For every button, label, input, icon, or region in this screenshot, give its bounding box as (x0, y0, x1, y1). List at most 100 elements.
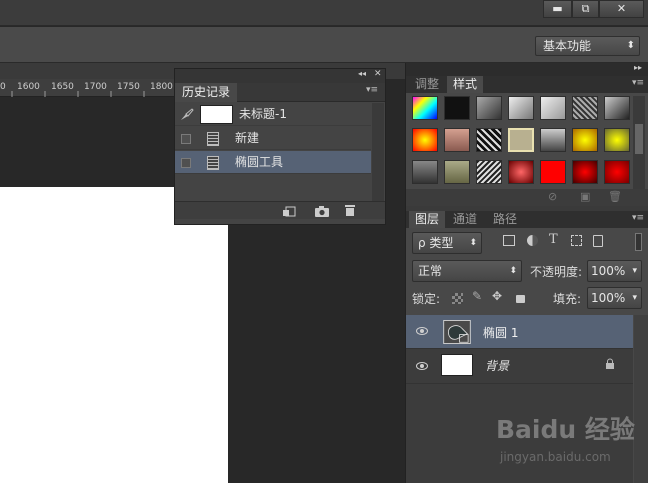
workspace-dropdown[interactable]: 基本功能 ⬍ (535, 36, 640, 56)
history-checkbox[interactable] (181, 134, 191, 144)
filter-toggle[interactable] (635, 233, 642, 251)
fill-field[interactable]: 100% ▾ (587, 287, 642, 309)
close-button[interactable]: ✕ (599, 0, 644, 18)
title-bar: ▬ ⧉ ✕ (0, 0, 648, 26)
layers-tab-row: 图层 通道 路径 ▾≡ (406, 211, 648, 228)
lock-label: 锁定: (412, 292, 441, 306)
tab-history[interactable]: 历史记录 (175, 83, 238, 102)
panel-menu-icon[interactable]: ▾≡ (366, 85, 378, 95)
close-icon[interactable]: ✕ (374, 69, 382, 79)
camera-icon[interactable] (314, 205, 330, 217)
lock-position-icon[interactable]: ✥ (492, 289, 502, 303)
filter-icons: T (503, 232, 621, 251)
style-swatch[interactable] (572, 160, 598, 184)
watermark-brand: Baidu 经验 (496, 415, 635, 444)
type-filter-icon[interactable]: T (549, 232, 558, 247)
workspace-label: 基本功能 (543, 39, 592, 53)
ruler-label: 0 (0, 82, 6, 92)
trash-icon[interactable] (344, 204, 356, 217)
new-document-from-state-icon[interactable] (283, 205, 297, 217)
history-scrollbar[interactable] (372, 103, 384, 201)
ruler-label: 1600 (17, 82, 40, 92)
visibility-eye-icon[interactable] (416, 362, 428, 370)
blend-mode-value: 正常 (418, 264, 443, 278)
lock-pixels-icon[interactable]: ✎ (472, 289, 482, 303)
new-style-icon[interactable]: ▣ (580, 190, 590, 203)
smart-object-filter-icon[interactable] (593, 235, 603, 247)
filter-label: ρ 类型 (418, 236, 454, 250)
document-icon (207, 132, 219, 146)
history-item[interactable]: 新建 (175, 127, 371, 150)
clear-style-icon[interactable]: ⊘ (548, 190, 557, 203)
style-swatch[interactable] (476, 96, 502, 120)
opacity-field[interactable]: 100% ▾ (587, 260, 642, 282)
style-swatch[interactable] (444, 96, 470, 120)
layer-row[interactable]: 背景 (406, 350, 633, 384)
styles-tab-row: 调整 样式 ▾≡ (406, 76, 648, 93)
tab-styles[interactable]: 样式 (447, 76, 484, 93)
style-swatch[interactable] (508, 160, 534, 184)
style-swatch[interactable] (412, 96, 438, 120)
style-swatch[interactable] (604, 128, 630, 152)
ruler-label: 1650 (51, 82, 74, 92)
styles-scrollbar[interactable] (633, 96, 645, 189)
style-swatch-grid (412, 96, 634, 188)
lock-all-icon[interactable] (516, 295, 525, 303)
tab-paths[interactable]: 路径 (487, 211, 523, 228)
visibility-eye-icon[interactable] (416, 327, 428, 335)
trash-icon[interactable]: 🗑 (608, 190, 622, 203)
style-swatch[interactable] (476, 160, 502, 184)
minimize-button[interactable]: ▬ (543, 0, 572, 18)
tab-channels[interactable]: 通道 (447, 211, 483, 228)
style-swatch[interactable] (540, 128, 566, 152)
lock-transparent-icon[interactable] (452, 293, 463, 304)
history-brush-icon (181, 108, 194, 120)
style-swatch[interactable] (572, 128, 598, 152)
style-swatch[interactable] (540, 96, 566, 120)
restore-button[interactable]: ⧉ (572, 0, 599, 18)
history-item-label: 椭圆工具 (235, 155, 284, 169)
style-swatch[interactable] (540, 160, 566, 184)
style-swatch[interactable] (444, 128, 470, 152)
fill-value: 100% (591, 291, 626, 305)
panel-menu-icon[interactable]: ▾≡ (632, 78, 644, 88)
chevron-down-icon[interactable]: ▾ (632, 261, 637, 281)
shape-filter-icon[interactable] (571, 235, 582, 246)
history-panel: ◂◂ ✕ 历史记录 ▾≡ 未标题-1 新建 椭圆工具 (174, 68, 386, 225)
history-item[interactable]: 椭圆工具 (175, 151, 371, 174)
baidu-watermark: Baidu 经验 jingyan.baidu.com (496, 410, 646, 470)
shape-layer-thumbnail (443, 320, 471, 344)
style-swatch[interactable] (572, 96, 598, 120)
ruler-label: 1800 (150, 82, 173, 92)
document-icon (207, 156, 219, 170)
layer-name: 椭圆 1 (483, 326, 519, 340)
history-snapshot[interactable]: 未标题-1 (175, 103, 371, 126)
layer-filter-dropdown[interactable]: ρ 类型 ⬍ (412, 232, 482, 254)
pixel-filter-icon[interactable] (503, 235, 515, 246)
panel-menu-icon[interactable]: ▾≡ (632, 213, 644, 223)
style-swatch[interactable] (508, 128, 534, 152)
updown-icon: ⬍ (626, 40, 635, 51)
document-canvas[interactable] (0, 187, 228, 483)
lock-icon (606, 358, 614, 369)
chevron-down-icon[interactable]: ▾ (632, 288, 637, 308)
style-swatch[interactable] (412, 128, 438, 152)
adjustment-filter-icon[interactable] (527, 235, 538, 246)
tab-adjustments[interactable]: 调整 (409, 76, 445, 93)
style-swatch[interactable] (444, 160, 470, 184)
history-footer (175, 201, 385, 219)
history-checkbox[interactable] (181, 158, 191, 168)
style-swatch[interactable] (604, 160, 630, 184)
layer-row[interactable]: 椭圆 1 (406, 315, 633, 349)
tab-layers[interactable]: 图层 (409, 211, 446, 228)
expand-icon[interactable]: ▸▸ (634, 63, 642, 72)
updown-icon: ⬍ (509, 266, 517, 276)
style-swatch[interactable] (508, 96, 534, 120)
style-swatch[interactable] (476, 128, 502, 152)
collapse-icon[interactable]: ◂◂ (358, 69, 366, 78)
blend-mode-dropdown[interactable]: 正常 ⬍ (412, 260, 522, 282)
history-tab-row: 历史记录 ▾≡ (175, 83, 385, 102)
style-swatch[interactable] (412, 160, 438, 184)
style-swatch[interactable] (604, 96, 630, 120)
layer-name: 背景 (485, 359, 510, 373)
